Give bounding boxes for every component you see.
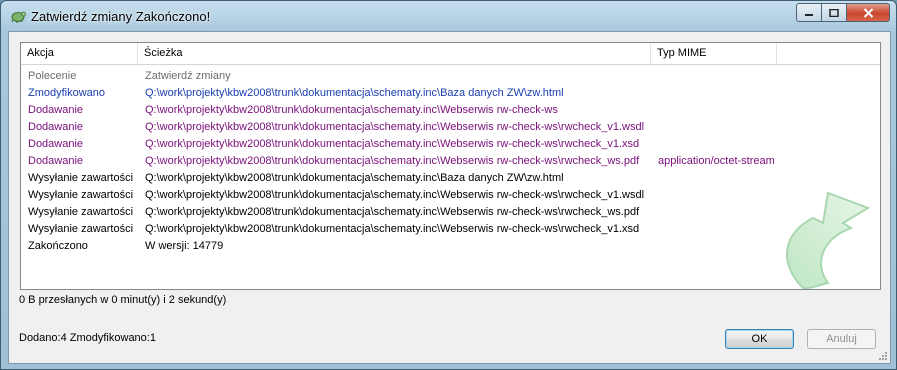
commit-finished-window: Zatwierdź zmiany Zakończono! Akcja Ścież… bbox=[0, 0, 897, 370]
list-row[interactable]: Wysyłanie zawartości Q:\work\projekty\kb… bbox=[21, 221, 880, 238]
column-header-action[interactable]: Akcja bbox=[21, 43, 138, 64]
row-path: Q:\work\projekty\kbw2008\trunk\dokumenta… bbox=[145, 172, 564, 184]
ok-button[interactable]: OK bbox=[725, 329, 794, 349]
row-action: Zmodyfikowano bbox=[28, 87, 106, 99]
dialog-client-area: Akcja Ścieżka Typ MIME Polecenie Zatwier… bbox=[8, 31, 891, 364]
row-action: Wysyłanie zawartości bbox=[28, 172, 134, 184]
close-icon bbox=[863, 7, 873, 18]
list-row[interactable]: Wysyłanie zawartości Q:\work\projekty\kb… bbox=[21, 204, 880, 221]
close-button[interactable] bbox=[847, 3, 890, 22]
resize-grip-icon[interactable] bbox=[878, 351, 888, 361]
list-row[interactable]: Dodawanie Q:\work\projekty\kbw2008\trunk… bbox=[21, 119, 880, 136]
maximize-icon bbox=[829, 8, 839, 17]
transfer-status: 0 B przesłanych w 0 minut(y) i 2 sekund(… bbox=[19, 294, 227, 306]
row-mime: application/octet-stream bbox=[658, 155, 775, 167]
row-action: Wysyłanie zawartości bbox=[28, 206, 134, 218]
row-path: Q:\work\projekty\kbw2008\trunk\dokumenta… bbox=[145, 189, 645, 201]
row-path: Q:\work\projekty\kbw2008\trunk\dokumenta… bbox=[145, 223, 640, 235]
row-path: Q:\work\projekty\kbw2008\trunk\dokumenta… bbox=[145, 155, 640, 167]
tortoisesvn-icon bbox=[11, 11, 26, 23]
minimize-icon bbox=[805, 13, 813, 16]
row-action: Polecenie bbox=[28, 70, 77, 82]
list-row[interactable]: Wysyłanie zawartości Q:\work\projekty\kb… bbox=[21, 187, 880, 204]
row-action: Wysyłanie zawartości bbox=[28, 189, 134, 201]
row-path: Q:\work\projekty\kbw2008\trunk\dokumenta… bbox=[145, 138, 640, 150]
maximize-button[interactable] bbox=[822, 3, 847, 22]
row-action: Dodawanie bbox=[28, 138, 84, 150]
column-header-path[interactable]: Ścieżka bbox=[138, 43, 651, 64]
row-action: Dodawanie bbox=[28, 121, 84, 133]
column-header-filler bbox=[777, 43, 880, 64]
row-path: Zatwierdź zmiany bbox=[145, 70, 231, 82]
title-bar[interactable]: Zatwierdź zmiany Zakończono! bbox=[1, 1, 896, 31]
window-controls bbox=[796, 3, 890, 22]
list-row[interactable]: Zmodyfikowano Q:\work\projekty\kbw2008\t… bbox=[21, 85, 880, 102]
row-path: Q:\work\projekty\kbw2008\trunk\dokumenta… bbox=[145, 121, 645, 133]
minimize-button[interactable] bbox=[796, 3, 822, 22]
list-row[interactable]: Wysyłanie zawartości Q:\work\projekty\kb… bbox=[21, 170, 880, 187]
change-summary: Dodano:4 Zmodyfikowano:1 bbox=[19, 332, 156, 344]
row-path: W wersji: 14779 bbox=[145, 240, 224, 252]
row-action: Zakończono bbox=[28, 240, 88, 252]
list-row[interactable]: Dodawanie Q:\work\projekty\kbw2008\trunk… bbox=[21, 153, 880, 170]
list-header: Akcja Ścieżka Typ MIME bbox=[21, 43, 880, 65]
row-action: Dodawanie bbox=[28, 104, 84, 116]
list-row[interactable]: Polecenie Zatwierdź zmiany bbox=[21, 68, 880, 85]
column-header-mime[interactable]: Typ MIME bbox=[651, 43, 777, 64]
list-rows: Polecenie Zatwierdź zmiany Zmodyfikowano… bbox=[21, 68, 880, 255]
list-row[interactable]: Zakończono W wersji: 14779 bbox=[21, 238, 880, 255]
list-row[interactable]: Dodawanie Q:\work\projekty\kbw2008\trunk… bbox=[21, 136, 880, 153]
row-path: Q:\work\projekty\kbw2008\trunk\dokumenta… bbox=[145, 206, 640, 218]
list-row[interactable]: Dodawanie Q:\work\projekty\kbw2008\trunk… bbox=[21, 102, 880, 119]
row-path: Q:\work\projekty\kbw2008\trunk\dokumenta… bbox=[145, 104, 558, 116]
window-title: Zatwierdź zmiany Zakończono! bbox=[31, 9, 211, 24]
row-action: Wysyłanie zawartości bbox=[28, 223, 134, 235]
row-action: Dodawanie bbox=[28, 155, 84, 167]
row-path: Q:\work\projekty\kbw2008\trunk\dokumenta… bbox=[145, 87, 564, 99]
cancel-button[interactable]: Anuluj bbox=[807, 329, 876, 349]
actions-list[interactable]: Akcja Ścieżka Typ MIME Polecenie Zatwier… bbox=[20, 42, 881, 290]
